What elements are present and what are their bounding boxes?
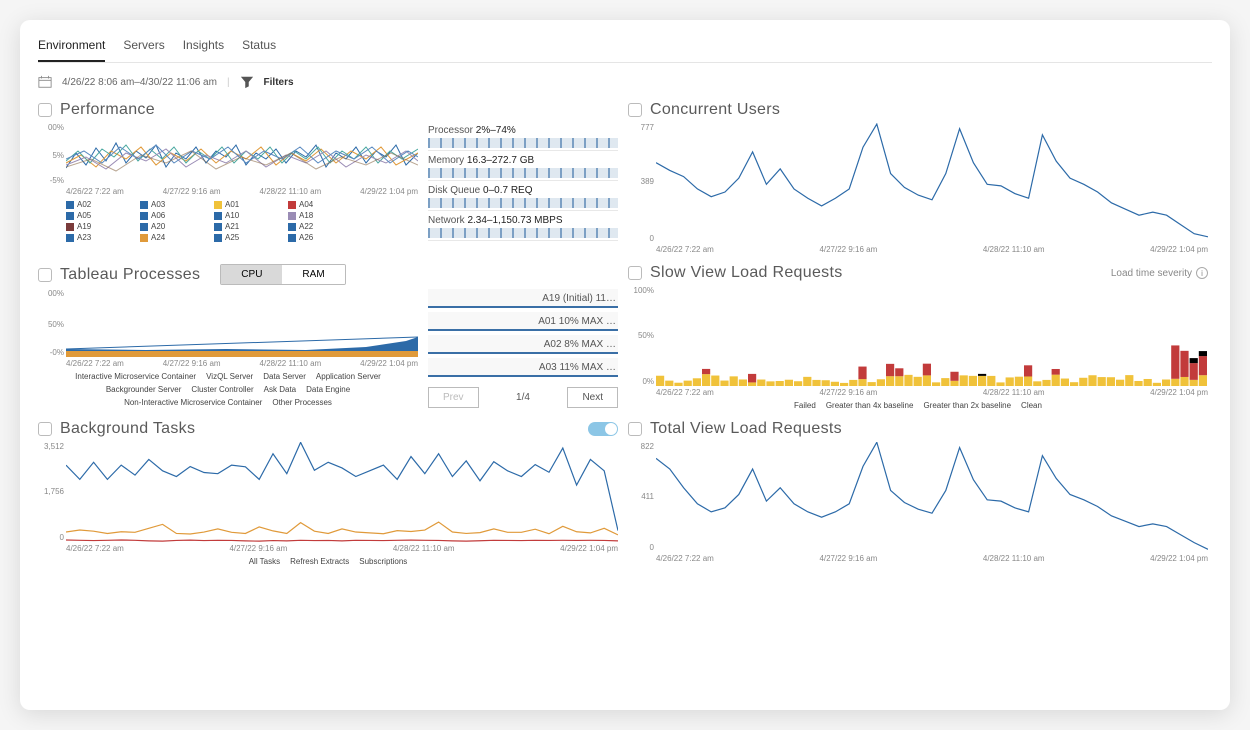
prev-button[interactable]: Prev <box>428 387 479 408</box>
process-row[interactable]: A02 8% MAX … <box>428 335 618 354</box>
processes-legend: Interactive Microservice Container VizQL … <box>38 372 418 407</box>
dashboard-grid: Performance 00% 5% -5% <box>38 101 1212 566</box>
process-row[interactable]: A19 (Initial) 11… <box>428 289 618 308</box>
legend-item[interactable]: Cluster Controller <box>191 385 253 394</box>
panel-total-requests: Total View Load Requests 822 411 0 4/26/… <box>628 420 1208 566</box>
legend-item[interactable]: Greater than 2x baseline <box>923 401 1011 410</box>
total-chart[interactable]: 822 411 0 <box>628 442 1208 552</box>
legend-item[interactable]: A20 <box>140 222 204 231</box>
next-button[interactable]: Next <box>567 387 618 408</box>
legend-item[interactable]: A10 <box>214 211 278 220</box>
legend-item[interactable]: A03 <box>140 200 204 209</box>
panel-background-tasks: Background Tasks 3,512 1,756 0 4/26/22 7… <box>38 420 618 566</box>
concurrent-chart[interactable]: 777 389 0 <box>628 123 1208 243</box>
panel-slow-requests: Slow View Load Requests Load time severi… <box>628 264 1208 410</box>
legend-item[interactable]: A26 <box>288 233 352 242</box>
legend-item[interactable]: Greater than 4x baseline <box>826 401 914 410</box>
filters-label[interactable]: Filters <box>264 77 294 88</box>
metric-row[interactable]: Processor 2%–74% <box>428 125 618 151</box>
legend-item[interactable]: Data Server <box>263 372 306 381</box>
legend-item[interactable]: A05 <box>66 211 130 220</box>
performance-metrics: Processor 2%–74% Memory 16.3–272.7 GB Disk… <box>428 125 618 242</box>
users-icon <box>628 103 642 117</box>
process-row[interactable]: A03 11% MAX … <box>428 358 618 377</box>
tab-status[interactable]: Status <box>242 32 276 62</box>
tasks-icon <box>38 422 52 436</box>
background-legend: All Tasks Refresh Extracts Subscriptions <box>38 557 618 566</box>
seg-cpu[interactable]: CPU <box>221 265 282 284</box>
info-icon[interactable]: i <box>1196 267 1208 279</box>
panel-title: Performance <box>60 101 155 119</box>
cpu-ram-toggle: CPU RAM <box>220 264 345 285</box>
tab-environment[interactable]: Environment <box>38 32 105 62</box>
legend-item[interactable]: Non-Interactive Microservice Container <box>124 398 262 407</box>
slow-chart[interactable]: 100% 50% 0% <box>628 286 1208 386</box>
legend-item[interactable]: A02 <box>66 200 130 209</box>
legend-item[interactable]: A06 <box>140 211 204 220</box>
filter-icon[interactable] <box>240 75 254 89</box>
legend-item[interactable]: A24 <box>140 233 204 242</box>
process-row[interactable]: A01 10% MAX … <box>428 312 618 331</box>
tab-insights[interactable]: Insights <box>183 32 224 62</box>
legend-item[interactable]: Interactive Microservice Container <box>75 372 196 381</box>
legend-item[interactable]: Failed <box>794 401 816 410</box>
filter-bar: 4/26/22 8:06 am–4/30/22 11:06 am | Filte… <box>38 63 1212 101</box>
legend-item[interactable]: Backgrounder Server <box>106 385 182 394</box>
metric-row[interactable]: Memory 16.3–272.7 GB <box>428 155 618 181</box>
legend-item[interactable]: A21 <box>214 222 278 231</box>
dashboard-window: Environment Servers Insights Status 4/26… <box>20 20 1230 710</box>
slow-legend: Failed Greater than 4x baseline Greater th… <box>628 401 1208 410</box>
performance-chart[interactable]: 00% 5% -5% <box>38 123 418 185</box>
severity-note[interactable]: Load time severityi <box>1111 267 1208 279</box>
legend-item[interactable]: A23 <box>66 233 130 242</box>
tasks-toggle[interactable] <box>588 422 618 436</box>
legend-item[interactable]: A04 <box>288 200 352 209</box>
metric-row[interactable]: Network 2.34–1,150.73 MBPS <box>428 215 618 241</box>
page-indicator: 1/4 <box>516 392 530 403</box>
calendar-icon[interactable] <box>38 75 52 89</box>
clock-icon <box>628 266 642 280</box>
process-pager: Prev 1/4 Next <box>428 387 618 408</box>
metric-row[interactable]: Disk Queue 0–0.7 REQ <box>428 185 618 211</box>
date-range[interactable]: 4/26/22 8:06 am–4/30/22 11:06 am <box>62 77 217 88</box>
panel-concurrent-users: Concurrent Users 777 389 0 4/26/22 7:22 … <box>628 101 1208 254</box>
top-tabs: Environment Servers Insights Status <box>38 20 1212 63</box>
legend-item[interactable]: VizQL Server <box>206 372 253 381</box>
legend-item[interactable]: Subscriptions <box>359 557 407 566</box>
processes-chart[interactable]: 00% 50% -0% <box>38 289 418 357</box>
legend-item[interactable]: A18 <box>288 211 352 220</box>
performance-legend: A02 A03 A01 A04 A05 A06 A10 A18 A19 A20 A21 A22 A23 A… <box>38 200 418 242</box>
panel-performance: Performance 00% 5% -5% <box>38 101 618 254</box>
legend-item[interactable]: A22 <box>288 222 352 231</box>
legend-item[interactable]: Refresh Extracts <box>290 557 349 566</box>
legend-item[interactable]: Data Engine <box>306 385 350 394</box>
legend-item[interactable]: A01 <box>214 200 278 209</box>
panel-processes: Tableau Processes CPU RAM 00% 50% -0% <box>38 264 618 410</box>
legend-item[interactable]: A19 <box>66 222 130 231</box>
legend-item[interactable]: All Tasks <box>249 557 280 566</box>
legend-item[interactable]: Application Server <box>316 372 381 381</box>
legend-item[interactable]: Other Processes <box>272 398 332 407</box>
load-icon <box>628 422 642 436</box>
separator: | <box>227 77 230 88</box>
legend-item[interactable]: A25 <box>214 233 278 242</box>
seg-ram[interactable]: RAM <box>282 265 344 284</box>
x-axis: 4/26/22 7:22 am 4/27/22 9:16 am 4/28/22 … <box>38 187 418 196</box>
process-icon <box>38 268 52 282</box>
cpu-icon <box>38 103 52 117</box>
legend-item[interactable]: Ask Data <box>264 385 296 394</box>
tab-servers[interactable]: Servers <box>123 32 164 62</box>
legend-item[interactable]: Clean <box>1021 401 1042 410</box>
background-chart[interactable]: 3,512 1,756 0 <box>38 442 618 542</box>
